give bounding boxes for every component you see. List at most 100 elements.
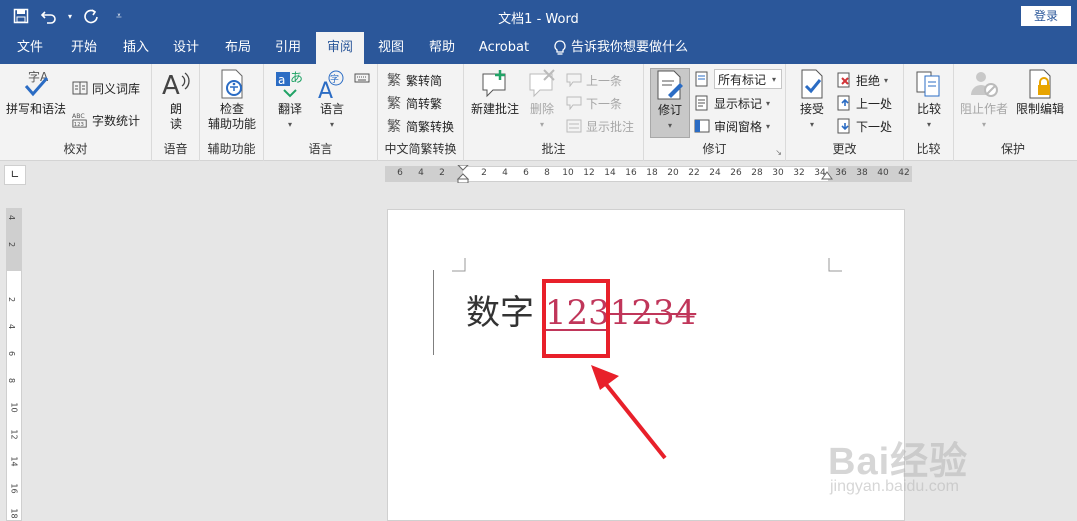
ime-settings-button[interactable] xyxy=(354,68,370,88)
previous-change-button[interactable]: 上一处 xyxy=(836,93,892,113)
reviewing-pane-button[interactable]: 审阅窗格 ▾ xyxy=(694,116,770,136)
markup-dropdown-box[interactable]: 所有标记 ▾ xyxy=(714,69,782,89)
group-chinese-conversion: 繁 繁转简 繁 简转繁 繁 简繁转换 中文简繁转换 xyxy=(378,64,464,161)
hruler-num: 22 xyxy=(688,168,700,178)
spelling-grammar-button[interactable]: 字A 拼写和语法 xyxy=(4,68,68,117)
svg-text:ABC: ABC xyxy=(72,113,85,120)
hruler-num: 36 xyxy=(835,168,847,178)
hruler-num: 6 xyxy=(523,168,529,178)
show-markup-icon xyxy=(694,95,710,111)
tab-review[interactable]: 审阅 xyxy=(316,32,364,64)
tab-references[interactable]: 引用 xyxy=(264,32,312,64)
lightbulb-icon xyxy=(554,40,566,55)
tab-layout[interactable]: 布局 xyxy=(214,32,262,64)
indent-marker-icon[interactable] xyxy=(456,165,470,183)
trad-to-simp-icon: 繁 xyxy=(387,73,401,89)
tab-selector-button[interactable]: ∟ xyxy=(4,165,26,185)
group-label-protect: 保护 xyxy=(1000,142,1025,156)
tell-me-box[interactable]: 告诉我你想要做什么 xyxy=(553,32,688,64)
thesaurus-icon xyxy=(72,80,88,96)
word-count-button[interactable]: ABC 123 字数统计 xyxy=(72,110,140,130)
vruler-num: 2 xyxy=(7,296,17,303)
deleted-text: 1234 xyxy=(609,293,697,333)
chinese-conversion-button[interactable]: 繁 简繁转换 xyxy=(386,116,454,136)
accept-icon xyxy=(796,68,828,100)
next-comment-label: 下一条 xyxy=(586,96,623,111)
group-compare: 比较 ▾ 比较 xyxy=(904,64,954,161)
hruler-num: 2 xyxy=(439,168,445,178)
vruler-num: 14 xyxy=(9,456,19,467)
tracking-options-launcher-icon[interactable]: ↘ xyxy=(775,148,782,157)
restrict-editing-button[interactable]: 限制编辑 xyxy=(1012,68,1068,117)
simp-to-trad-button[interactable]: 繁 简转繁 xyxy=(386,93,442,113)
show-markup-caret-icon: ▾ xyxy=(766,98,771,108)
block-authors-button[interactable]: 阻止作者 ▾ xyxy=(958,68,1010,132)
tab-home[interactable]: 开始 xyxy=(60,32,108,64)
hruler-num: 32 xyxy=(793,168,805,178)
login-button[interactable]: 登录 xyxy=(1021,6,1071,26)
hruler-num: 6 xyxy=(397,168,403,178)
vertical-ruler[interactable]: 4 2 2 4 6 8 10 12 14 16 18 xyxy=(6,208,22,521)
group-protect: 阻止作者 ▾ 限制编辑 保护 xyxy=(954,64,1072,161)
read-aloud-icon: A xyxy=(160,68,192,100)
horizontal-ruler[interactable]: 6 4 2 2 4 6 8 10 12 14 16 18 20 22 24 26… xyxy=(385,165,912,183)
tab-acrobat[interactable]: Acrobat xyxy=(472,32,536,64)
word-count-icon: ABC 123 xyxy=(72,112,88,128)
tab-file[interactable]: 文件 xyxy=(8,32,52,64)
markup-caret-icon: ▾ xyxy=(772,74,777,84)
tab-design[interactable]: 设计 xyxy=(162,32,210,64)
translate-caret-icon: ▾ xyxy=(287,120,292,129)
title-bar: ▾ ⩡ 文档1 - Word 登录 xyxy=(0,0,1077,32)
svg-text:123: 123 xyxy=(74,122,84,128)
new-comment-button[interactable]: 新建批注 xyxy=(468,68,522,117)
translate-icon: aあ xyxy=(274,68,306,100)
reviewing-pane-caret-icon: ▾ xyxy=(766,121,771,131)
next-change-icon xyxy=(836,118,852,134)
block-authors-icon xyxy=(968,68,1000,100)
compare-button[interactable]: 比较 ▾ xyxy=(909,68,949,132)
delete-comment-button[interactable]: 删除 ▾ xyxy=(524,68,560,132)
show-markup-button[interactable]: 显示标记 ▾ xyxy=(694,93,770,113)
hruler-num: 12 xyxy=(583,168,595,178)
group-label-proofing: 校对 xyxy=(63,142,88,156)
svg-text:字A: 字A xyxy=(28,69,49,84)
language-button[interactable]: 字A 语言 ▾ xyxy=(312,68,352,132)
thesaurus-button[interactable]: 同义词库 xyxy=(72,78,140,98)
reject-button[interactable]: 拒绝 ▾ xyxy=(836,70,888,90)
group-label-comments: 批注 xyxy=(541,142,566,156)
ribbon-tabs: 文件 开始 插入 设计 布局 引用 审阅 视图 帮助 Acrobat 告诉我你想… xyxy=(0,32,1077,64)
compare-icon xyxy=(913,68,945,100)
markup-display-dropdown[interactable]: 所有标记 ▾ xyxy=(694,69,782,89)
group-comments: 新建批注 删除 ▾ 上一条 下一条 显示批注 批注 xyxy=(464,64,644,161)
restrict-editing-label: 限制编辑 xyxy=(1015,102,1064,116)
tab-help[interactable]: 帮助 xyxy=(418,32,466,64)
markup-value: 所有标记 xyxy=(718,72,767,87)
new-comment-icon xyxy=(479,68,511,100)
hruler-num: 40 xyxy=(877,168,889,178)
change-bar xyxy=(433,270,434,355)
next-comment-button[interactable]: 下一条 xyxy=(566,93,622,113)
read-aloud-button[interactable]: A 朗 读 xyxy=(160,68,192,132)
trad-to-simp-button[interactable]: 繁 繁转简 xyxy=(386,70,442,90)
delete-comment-label: 删除 xyxy=(529,102,554,116)
hruler-num: 18 xyxy=(646,168,658,178)
translate-button[interactable]: aあ 翻译 ▾ xyxy=(270,68,310,132)
annotation-arrow-icon xyxy=(591,365,667,460)
accept-label: 接受 xyxy=(799,102,824,116)
track-changes-button[interactable]: 修订 ▾ xyxy=(650,68,690,138)
tab-insert[interactable]: 插入 xyxy=(112,32,160,64)
next-comment-icon xyxy=(566,95,582,111)
tab-view[interactable]: 视图 xyxy=(366,32,416,64)
baidu-watermark: Bai经验 jingyan.baidu.com xyxy=(828,430,1028,500)
accept-button[interactable]: 接受 ▾ xyxy=(792,68,832,132)
track-changes-label: 修订 xyxy=(657,103,682,117)
reviewing-pane-icon xyxy=(694,118,710,134)
next-change-button[interactable]: 下一处 xyxy=(836,116,892,136)
previous-comment-button[interactable]: 上一条 xyxy=(566,70,622,90)
check-accessibility-button[interactable]: 检查 辅助功能 xyxy=(204,68,260,132)
vruler-num: 18 xyxy=(9,508,19,519)
right-indent-marker-icon[interactable] xyxy=(821,171,833,181)
hruler-num: 16 xyxy=(625,168,637,178)
hruler-num: 42 xyxy=(898,168,910,178)
show-comments-button[interactable]: 显示批注 xyxy=(566,116,634,136)
